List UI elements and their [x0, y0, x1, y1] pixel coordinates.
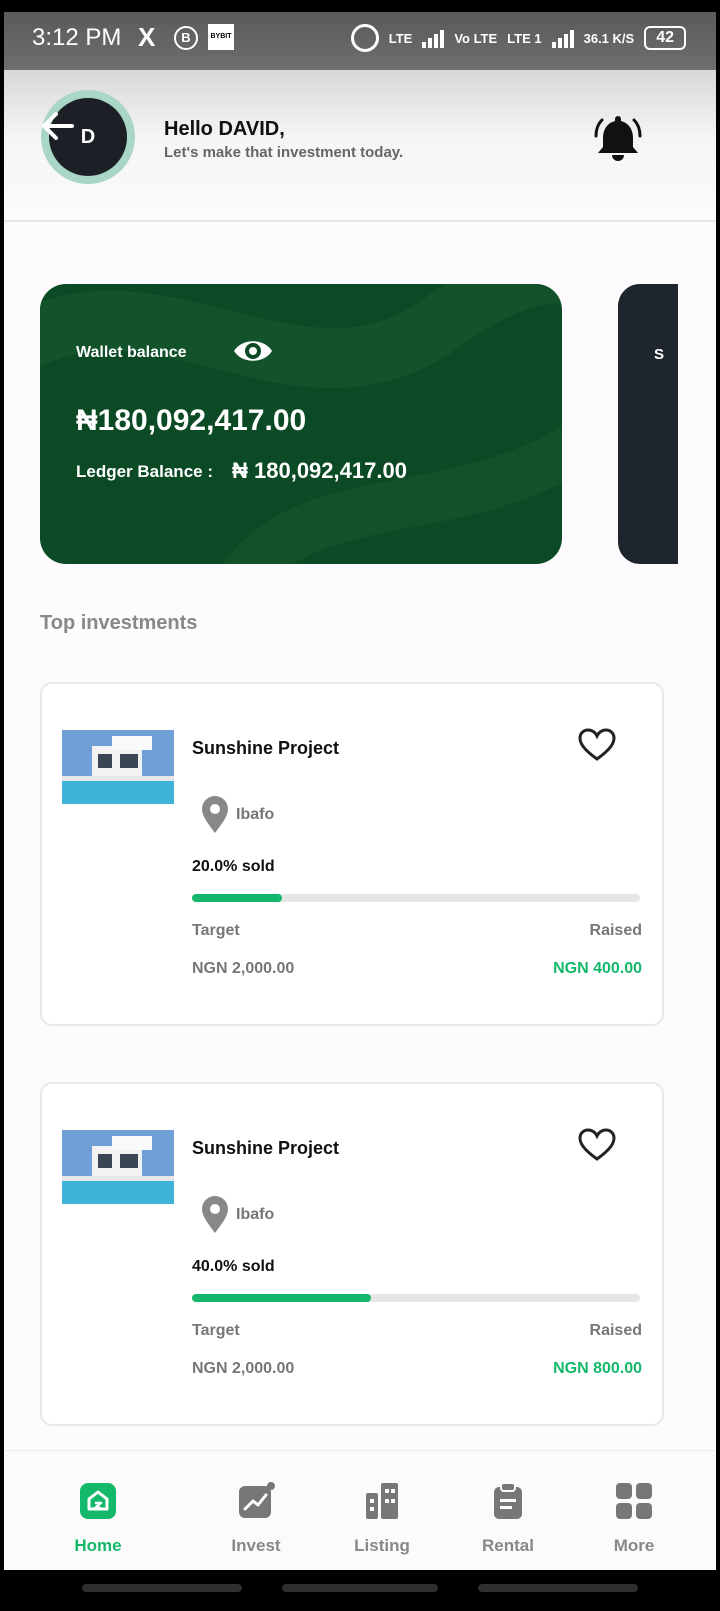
- invest-chart-icon: [239, 1482, 275, 1518]
- raised-value: NGN 800.00: [553, 1360, 642, 1377]
- favorite-heart-icon[interactable]: [578, 728, 616, 762]
- eye-visibility-icon[interactable]: [232, 334, 274, 368]
- wallet-balance-card[interactable]: Wallet balance ₦180,092,417.00 Ledger Ba…: [40, 284, 562, 564]
- raised-label: Raised: [589, 922, 642, 939]
- greeting-subtitle: Let's make that investment today.: [164, 144, 404, 161]
- secondary-card-label: S: [654, 346, 665, 363]
- status-time: 3:12 PM: [32, 24, 122, 51]
- back-arrow-icon[interactable]: [38, 106, 78, 146]
- nav-rental[interactable]: Rental: [448, 1481, 568, 1556]
- home-header: D Hello DAVID, Let's make that investmen…: [4, 70, 716, 222]
- raised-value: NGN 400.00: [553, 960, 642, 977]
- target-label: Target: [192, 1322, 240, 1339]
- sold-percentage: 20.0% sold: [192, 858, 275, 875]
- section-title-top-investments: Top investments: [40, 612, 198, 634]
- more-grid-icon: [616, 1483, 652, 1519]
- nav-more-label: More: [613, 1536, 655, 1555]
- nav-invest[interactable]: Invest: [196, 1481, 316, 1556]
- system-gesture-bar: [0, 1570, 720, 1611]
- property-thumbnail-image: [62, 1130, 174, 1204]
- nav-home-label: Home: [74, 1536, 122, 1555]
- bottom-navigation: Home Invest Listing Rental More: [4, 1450, 716, 1571]
- raised-label: Raised: [589, 1322, 642, 1339]
- gesture-pill-left: [82, 1584, 242, 1592]
- secondary-balance-card[interactable]: S: [618, 284, 678, 564]
- location-pin-icon: [202, 796, 228, 833]
- signal-icon-2: [551, 28, 574, 48]
- target-value: NGN 2,000.00: [192, 1360, 295, 1377]
- network-speed: 36.1 K/S: [583, 30, 635, 46]
- investment-location: Ibafo: [236, 1206, 275, 1223]
- lte-indicator: LTE: [388, 30, 413, 46]
- ledger-balance-value: ₦ 180,092,417.00: [232, 458, 407, 483]
- status-bar: 3:12 PM X B BYBIT LTE Vo LTE LTE 1 36.1 …: [4, 12, 716, 70]
- property-thumbnail-image: [62, 730, 174, 804]
- nav-rental-label: Rental: [482, 1536, 534, 1555]
- volte-indicator: Vo LTE: [454, 30, 498, 46]
- target-label: Target: [192, 922, 240, 939]
- investment-location: Ibafo: [236, 806, 275, 823]
- listing-buildings-icon: [366, 1483, 398, 1519]
- signal-icon: [422, 28, 445, 48]
- rental-clipboard-icon: [494, 1482, 522, 1519]
- notification-bell-icon[interactable]: [594, 112, 642, 162]
- battery-indicator: 42: [644, 26, 686, 50]
- home-icon: [80, 1483, 116, 1519]
- lte2-indicator: LTE 1: [507, 30, 542, 46]
- phone-screen: 3:12 PM X B BYBIT LTE Vo LTE LTE 1 36.1 …: [0, 0, 720, 1611]
- investment-card[interactable]: Sunshine Project Ibafo 40.0% sold Target…: [40, 1082, 664, 1426]
- sold-percentage: 40.0% sold: [192, 1258, 275, 1275]
- alarm-icon: [350, 24, 379, 52]
- progress-bar: [192, 1294, 640, 1302]
- gesture-pill-center[interactable]: [282, 1584, 438, 1592]
- progress-bar: [192, 894, 640, 902]
- investment-title: Sunshine Project: [192, 738, 340, 758]
- nav-more[interactable]: More: [574, 1481, 694, 1556]
- gesture-pill-right: [478, 1584, 638, 1592]
- target-value: NGN 2,000.00: [192, 960, 295, 977]
- nav-invest-label: Invest: [231, 1536, 281, 1555]
- nav-listing-label: Listing: [354, 1536, 410, 1555]
- nav-listing[interactable]: Listing: [322, 1481, 442, 1556]
- wallet-balance-label: Wallet balance: [76, 344, 187, 361]
- progress-bar-fill: [192, 894, 282, 902]
- bybit-app-icon: BYBIT: [208, 24, 234, 50]
- app-content[interactable]: D Hello DAVID, Let's make that investmen…: [4, 70, 716, 1570]
- x-app-icon: X: [138, 22, 156, 52]
- greeting-text: Hello DAVID,: [164, 118, 285, 140]
- nav-home[interactable]: Home: [38, 1481, 158, 1556]
- location-pin-icon: [202, 1196, 228, 1233]
- ledger-balance-label: Ledger Balance :: [76, 462, 213, 481]
- investment-card[interactable]: Sunshine Project Ibafo 20.0% sold Target…: [40, 682, 664, 1026]
- investment-title: Sunshine Project: [192, 1138, 340, 1158]
- wallet-balance-amount: ₦180,092,417.00: [76, 404, 307, 437]
- favorite-heart-icon[interactable]: [578, 1128, 616, 1162]
- progress-bar-fill: [192, 1294, 372, 1302]
- status-indicators: LTE Vo LTE LTE 1 36.1 K/S 42: [350, 24, 686, 52]
- b-app-icon: B: [174, 26, 198, 50]
